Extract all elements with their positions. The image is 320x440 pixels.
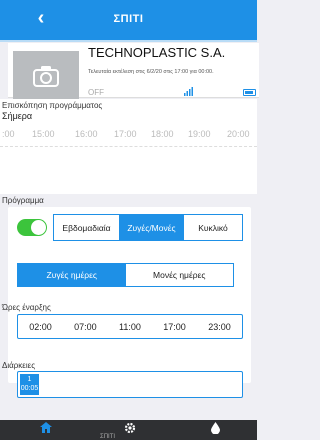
timeline-track bbox=[0, 146, 257, 150]
mode-cyclic[interactable]: Κυκλικό bbox=[184, 215, 242, 240]
timeline-tick: 15:00 bbox=[32, 129, 55, 139]
last-run-text: Τελευταία εκτέλεση στις 6/2/20 στις 17:0… bbox=[88, 69, 214, 75]
mode-weekly[interactable]: Εβδομαδιαία bbox=[54, 215, 119, 240]
program-section-label: Πρόγραμμα bbox=[2, 196, 44, 205]
start-time[interactable]: 07:00 bbox=[74, 322, 97, 332]
timeline-tick: 20:00 bbox=[227, 129, 250, 139]
start-time[interactable]: 23:00 bbox=[208, 322, 231, 332]
even-days-tab[interactable]: Ζυγές ημέρες bbox=[18, 264, 126, 286]
start-time[interactable]: 02:00 bbox=[29, 322, 52, 332]
battery-icon bbox=[243, 89, 256, 96]
start-time[interactable]: 17:00 bbox=[163, 322, 186, 332]
overview-title: Επισκόπηση προγράμματος bbox=[2, 101, 103, 110]
schedule-overview: Επισκόπηση προγράμματος Σήμερα :00 15:00… bbox=[0, 99, 257, 194]
gear-icon[interactable] bbox=[124, 422, 136, 434]
day-type-selector: Ζυγές ημέρες Μονές ημέρες bbox=[17, 263, 234, 287]
top-navigation-bar: ‹ ΣΠΙΤΙ bbox=[0, 0, 257, 40]
timeline-tick: 16:00 bbox=[75, 129, 98, 139]
device-card: TECHNOPLASTIC S.A. Τελευταία εκτέλεση στ… bbox=[8, 43, 259, 105]
device-state: OFF bbox=[88, 88, 104, 97]
device-photo-placeholder[interactable] bbox=[13, 51, 79, 105]
program-enabled-toggle[interactable] bbox=[17, 219, 47, 236]
toggle-knob bbox=[31, 220, 46, 235]
durations-box: 1 00:05 bbox=[17, 371, 243, 398]
program-card: Εβδομαδιαία Ζυγές/Μονές Κυκλικό Ζυγές ημ… bbox=[8, 207, 251, 383]
start-time[interactable]: 11:00 bbox=[119, 322, 141, 332]
home-icon[interactable] bbox=[40, 422, 52, 433]
program-mode-selector: Εβδομαδιαία Ζυγές/Μονές Κυκλικό bbox=[53, 214, 243, 241]
timeline-tick: 19:00 bbox=[188, 129, 211, 139]
timeline-tick: 17:00 bbox=[114, 129, 137, 139]
duration-chip[interactable]: 1 00:05 bbox=[20, 374, 39, 395]
camera-icon bbox=[33, 66, 59, 87]
timeline-tick: :00 bbox=[2, 129, 15, 139]
odd-days-tab[interactable]: Μονές ημέρες bbox=[126, 264, 234, 286]
page-title: ΣΠΙΤΙ bbox=[113, 13, 144, 25]
device-name: TECHNOPLASTIC S.A. bbox=[88, 45, 226, 60]
water-drop-icon[interactable] bbox=[211, 422, 220, 434]
start-times-label: Ώρες έναρξης bbox=[2, 303, 51, 312]
durations-label: Διάρκειες bbox=[2, 361, 36, 370]
bottom-tab-bar: ΣΠΙΤΙ bbox=[0, 420, 257, 440]
header-underline bbox=[0, 40, 257, 42]
tabbar-caption: ΣΠΙΤΙ bbox=[100, 434, 116, 440]
duration-index: 1 bbox=[27, 376, 32, 383]
timeline-tick: 18:00 bbox=[151, 129, 174, 139]
duration-value: 00:05 bbox=[20, 385, 39, 392]
mode-even-odd[interactable]: Ζυγές/Μονές bbox=[119, 215, 184, 240]
signal-strength-icon bbox=[184, 87, 193, 96]
overview-day-label: Σήμερα bbox=[2, 111, 33, 121]
start-times-box: 02:00 07:00 11:00 17:00 23:00 bbox=[17, 314, 243, 339]
timeline-ticks: :00 15:00 16:00 17:00 18:00 19:00 20:00 bbox=[0, 129, 257, 141]
